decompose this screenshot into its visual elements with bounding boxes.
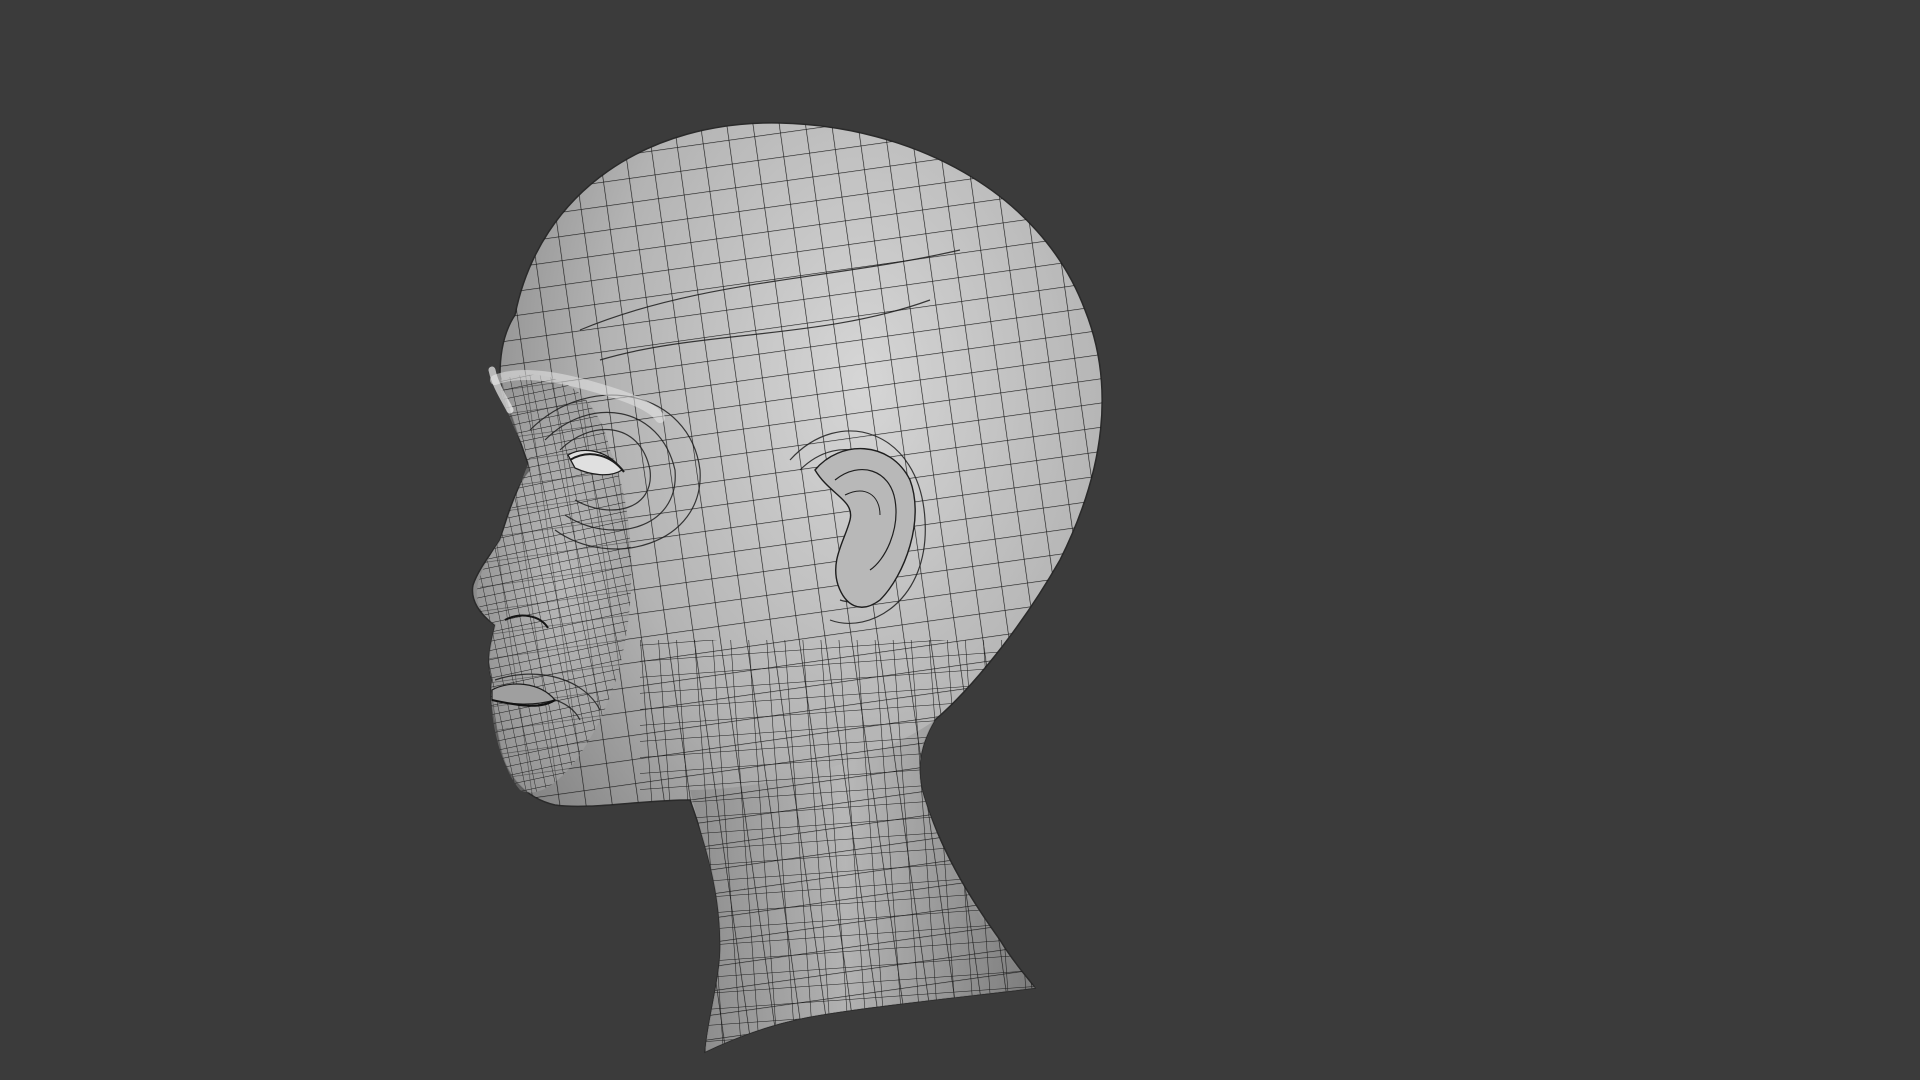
viewport-canvas[interactable] [0, 0, 1920, 1080]
head-mesh[interactable] [470, 100, 1130, 1080]
3d-viewport[interactable] [0, 0, 1920, 1080]
